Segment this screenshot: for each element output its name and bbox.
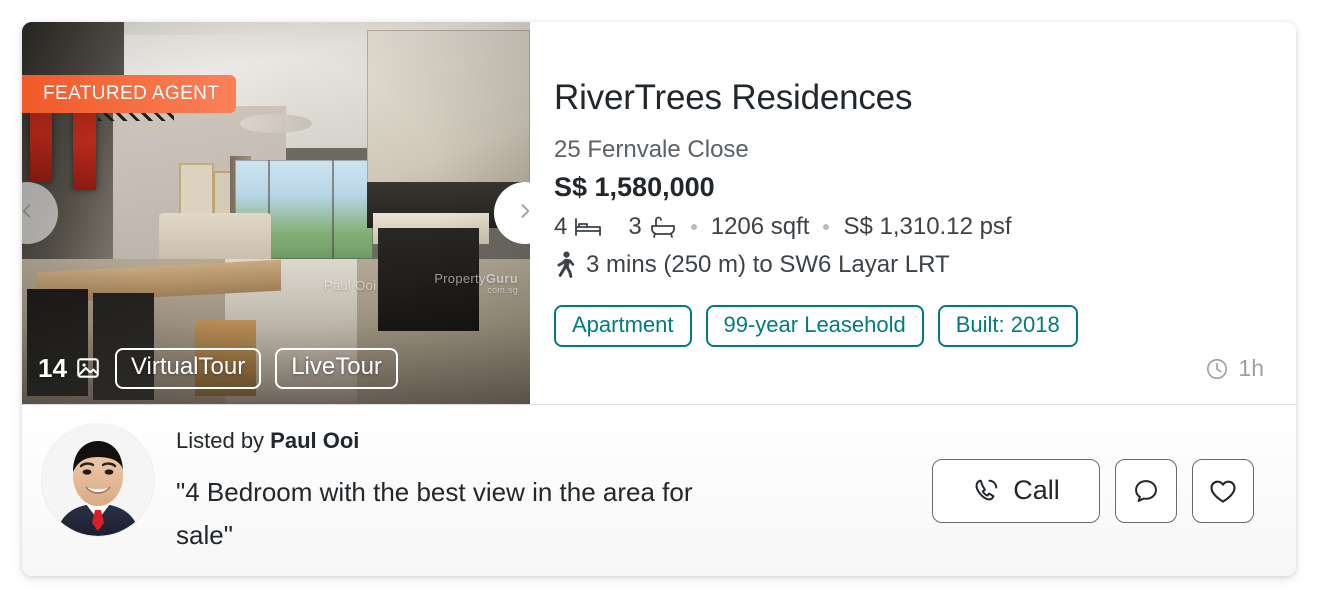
posted-time: 1h bbox=[1205, 355, 1264, 382]
bedrooms-spec: 4 bbox=[554, 212, 602, 240]
page-root: Paul Ooi PropertyGuru .com.sg FEATURED A… bbox=[0, 0, 1318, 596]
card-footer-section: Listed by Paul Ooi "4 Bedroom with the b… bbox=[22, 405, 1296, 576]
transit-text: 3 mins (250 m) to SW6 Layar LRT bbox=[586, 250, 950, 278]
spec-separator-dot bbox=[823, 223, 830, 230]
tag-tenure[interactable]: 99-year Leasehold bbox=[705, 304, 924, 347]
chevron-right-icon bbox=[515, 201, 530, 226]
call-button[interactable]: Call bbox=[932, 458, 1100, 523]
listed-by: Listed by Paul Ooi bbox=[176, 428, 736, 454]
virtual-tour-button[interactable]: VirtualTour bbox=[114, 347, 262, 389]
clock-icon bbox=[1205, 357, 1229, 381]
listed-by-prefix: Listed by bbox=[176, 428, 271, 454]
transit-info: 3 mins (250 m) to SW6 Layar LRT bbox=[554, 251, 1296, 279]
property-specs: 4 3 1206 sqft S$ 1,310.12 psf bbox=[554, 212, 1296, 240]
phone-icon bbox=[972, 477, 1000, 505]
chat-bubble-icon bbox=[1132, 477, 1160, 505]
agent-text: Listed by Paul Ooi "4 Bedroom with the b… bbox=[176, 424, 736, 556]
agent-actions: Call bbox=[932, 458, 1254, 523]
chat-button[interactable] bbox=[1115, 458, 1177, 523]
heart-icon bbox=[1208, 476, 1238, 506]
agent-name[interactable]: Paul Ooi bbox=[270, 428, 359, 453]
tag-built-year[interactable]: Built: 2018 bbox=[937, 304, 1078, 347]
photo-watermark-agent: Paul Ooi bbox=[324, 278, 377, 293]
watermark-brand-suffix: Guru bbox=[485, 271, 518, 286]
posted-time-value: 1h bbox=[1238, 355, 1264, 381]
page-title[interactable]: RiverTrees Residences bbox=[554, 79, 1296, 117]
listing-quote: "4 Bedroom with the best view in the are… bbox=[176, 476, 693, 550]
gallery-controls: 14 VirtualTour LiveTour bbox=[38, 347, 398, 389]
avatar[interactable] bbox=[42, 424, 154, 537]
property-listing-card[interactable]: Paul Ooi PropertyGuru .com.sg FEATURED A… bbox=[22, 22, 1296, 576]
bed-icon bbox=[574, 216, 602, 238]
favourite-button[interactable] bbox=[1192, 458, 1254, 523]
agent-photo bbox=[42, 424, 154, 537]
property-price: S$ 1,580,000 bbox=[554, 171, 715, 202]
call-button-label: Call bbox=[1013, 475, 1060, 505]
bathrooms-count: 3 bbox=[628, 212, 642, 240]
chevron-left-icon bbox=[22, 201, 37, 226]
property-info: RiverTrees Residences 25 Fernvale Close … bbox=[530, 22, 1296, 404]
bathrooms-spec: 3 bbox=[628, 212, 677, 240]
photo-count-value: 14 bbox=[38, 352, 67, 383]
live-tour-button[interactable]: LiveTour bbox=[275, 347, 398, 389]
walking-person-icon bbox=[554, 251, 576, 279]
property-gallery[interactable]: Paul Ooi PropertyGuru .com.sg FEATURED A… bbox=[22, 22, 530, 404]
photo-count[interactable]: 14 bbox=[38, 353, 101, 384]
photo-watermark-brand: PropertyGuru .com.sg bbox=[434, 272, 518, 295]
tag-property-type[interactable]: Apartment bbox=[554, 304, 692, 347]
agent-block: Listed by Paul Ooi "4 Bedroom with the b… bbox=[42, 424, 932, 556]
bedrooms-count: 4 bbox=[554, 212, 568, 240]
watermark-brand-prefix: Property bbox=[434, 271, 486, 286]
image-icon bbox=[75, 355, 101, 381]
bathtub-icon bbox=[649, 215, 677, 239]
property-area: 1206 sqft bbox=[710, 212, 810, 240]
property-tags: Apartment 99-year Leasehold Built: 2018 bbox=[554, 304, 1296, 347]
card-top-section: Paul Ooi PropertyGuru .com.sg FEATURED A… bbox=[22, 22, 1296, 405]
property-psf: S$ 1,310.12 psf bbox=[843, 212, 1012, 240]
watermark-brand-domain: .com.sg bbox=[484, 284, 518, 295]
spec-separator-dot bbox=[690, 223, 697, 230]
featured-agent-badge: FEATURED AGENT bbox=[22, 75, 237, 113]
property-address: 25 Fernvale Close bbox=[554, 135, 749, 163]
